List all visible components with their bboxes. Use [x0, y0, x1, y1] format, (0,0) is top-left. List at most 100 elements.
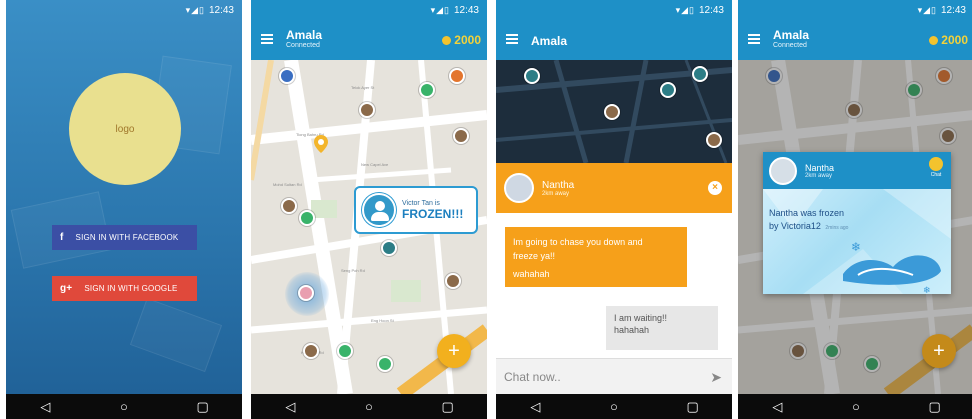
notice-avatar	[769, 156, 797, 185]
status-bar: ▾◢▯ 12:43	[6, 0, 242, 20]
message-line: freeze ya!!	[513, 251, 556, 261]
notice-message: Nantha was frozen by Victoria12 2mins ag…	[769, 207, 848, 235]
street-label: Seng Poh Rd	[341, 268, 365, 273]
street-label: New Capel Ave	[361, 162, 389, 167]
coin-count: 2000	[454, 33, 481, 47]
player-pin[interactable]	[299, 210, 315, 226]
app-title: Amala	[773, 28, 810, 42]
player-pin[interactable]	[766, 68, 782, 84]
back-icon[interactable]: ◁	[762, 399, 792, 415]
home-icon[interactable]: ○	[841, 399, 871, 414]
status-bar: ▾◢▯ 12:43	[738, 0, 972, 20]
background-shape	[129, 297, 223, 373]
home-icon[interactable]: ○	[354, 399, 384, 414]
sign-in-google-button[interactable]: g+ SIGN IN WITH GOOGLE	[52, 276, 197, 301]
status-icons: ▾◢▯	[917, 4, 937, 15]
status-time: 12:43	[453, 4, 479, 16]
player-pin[interactable]	[281, 198, 297, 214]
recents-icon[interactable]: ▢	[678, 399, 708, 415]
notice-message-line: Nantha was frozen	[769, 208, 845, 218]
system-nav-bar: ◁ ○ ▢	[251, 394, 487, 419]
frozen-player-pin[interactable]	[381, 240, 397, 256]
add-fab-button[interactable]: +	[437, 334, 471, 368]
location-marker-icon[interactable]	[314, 135, 328, 153]
chat-button-label: Chat	[930, 172, 942, 178]
coin-balance: 2000	[442, 33, 481, 47]
player-pin[interactable]	[279, 68, 295, 84]
login-screen: ▾◢▯ 12:43 logo f SIGN IN WITH FACEBOOK g…	[6, 0, 242, 419]
coin-icon	[442, 35, 452, 45]
player-pin[interactable]	[660, 82, 676, 98]
notice-screen: ▾◢▯ 12:43 Amala Connected 2000 Nantha 2k…	[738, 0, 972, 419]
back-icon[interactable]: ◁	[520, 399, 550, 415]
ice-pattern: ❄ ❄	[763, 189, 951, 294]
menu-icon[interactable]	[748, 34, 760, 44]
player-pin[interactable]	[449, 68, 465, 84]
player-pin[interactable]	[824, 343, 840, 359]
notice-header: Nantha 2km away Chat	[763, 152, 951, 189]
notice-body: ❄ ❄ Nantha was frozen by Victoria12 2min…	[763, 189, 951, 294]
contact-name: Nantha	[542, 179, 575, 191]
back-icon[interactable]: ◁	[30, 399, 60, 415]
sign-in-facebook-button[interactable]: f SIGN IN WITH FACEBOOK	[52, 225, 197, 250]
svg-text:❄: ❄	[851, 240, 861, 254]
player-pin[interactable]	[846, 102, 862, 118]
system-nav-bar: ◁ ○ ▢	[6, 394, 242, 419]
frozen-notice-card[interactable]: Nantha 2km away Chat ❄ ❄ Nantha was froz…	[763, 152, 951, 294]
message-line: Im going to chase you down and	[513, 237, 643, 247]
chat-bubble-icon	[929, 157, 943, 171]
player-pin[interactable]	[359, 102, 375, 118]
menu-icon[interactable]	[261, 34, 273, 44]
add-fab-button[interactable]: +	[922, 334, 956, 368]
menu-icon[interactable]	[506, 34, 518, 44]
app-logo: logo	[69, 73, 181, 185]
player-pin[interactable]	[706, 132, 722, 148]
frozen-callout[interactable]: Victor Tan is FROZEN!!!	[354, 186, 478, 234]
status-time: 12:43	[698, 4, 724, 16]
frozen-user-avatar	[362, 193, 396, 227]
recents-icon[interactable]: ▢	[188, 399, 218, 415]
chat-button[interactable]: Chat	[929, 157, 943, 178]
player-pin[interactable]	[419, 82, 435, 98]
player-pin[interactable]	[936, 68, 952, 84]
message-line: I am waiting!!	[614, 313, 668, 323]
player-pin[interactable]	[445, 273, 461, 289]
status-bar: ▾◢▯ 12:43	[251, 0, 487, 20]
player-pin[interactable]	[940, 128, 956, 144]
back-icon[interactable]: ◁	[275, 399, 305, 415]
frozen-user-name: Victor Tan is	[402, 199, 440, 207]
app-title: Amala	[286, 28, 323, 42]
player-pin[interactable]	[337, 343, 353, 359]
coin-balance: 2000	[929, 33, 968, 47]
player-pin[interactable]	[453, 128, 469, 144]
street-label: Eng Hoon St	[371, 318, 394, 323]
home-icon[interactable]: ○	[599, 399, 629, 414]
home-icon[interactable]: ○	[109, 399, 139, 414]
close-icon[interactable]: ×	[708, 181, 722, 195]
status-bar: ▾◢▯ 12:43	[496, 0, 732, 20]
connection-status: Connected	[286, 42, 320, 49]
recents-icon[interactable]: ▢	[920, 399, 950, 415]
contact-distance: 2km away	[542, 190, 570, 197]
status-time: 12:43	[940, 4, 966, 16]
status-icons: ▾◢▯	[430, 4, 450, 15]
app-bar: ▾◢▯ 12:43 Amala Connected 2000	[251, 0, 487, 60]
google-button-label: SIGN IN WITH GOOGLE	[84, 284, 178, 293]
player-pin[interactable]	[604, 104, 620, 120]
chat-header: Nantha 2km away ×	[496, 163, 732, 213]
player-pin[interactable]	[692, 66, 708, 82]
player-pin[interactable]	[524, 68, 540, 84]
send-icon[interactable]: ➤	[710, 369, 722, 386]
current-user-pin[interactable]	[298, 285, 314, 301]
player-pin[interactable]	[790, 343, 806, 359]
player-pin[interactable]	[906, 82, 922, 98]
map-view[interactable]	[496, 60, 732, 163]
recents-icon[interactable]: ▢	[433, 399, 463, 415]
connection-status: Connected	[773, 42, 807, 49]
status-time: 12:43	[208, 4, 234, 16]
player-pin[interactable]	[864, 356, 880, 372]
chat-input-field[interactable]: Chat now.. ➤	[496, 358, 732, 394]
player-pin[interactable]	[377, 356, 393, 372]
coin-icon	[929, 35, 939, 45]
player-pin[interactable]	[303, 343, 319, 359]
